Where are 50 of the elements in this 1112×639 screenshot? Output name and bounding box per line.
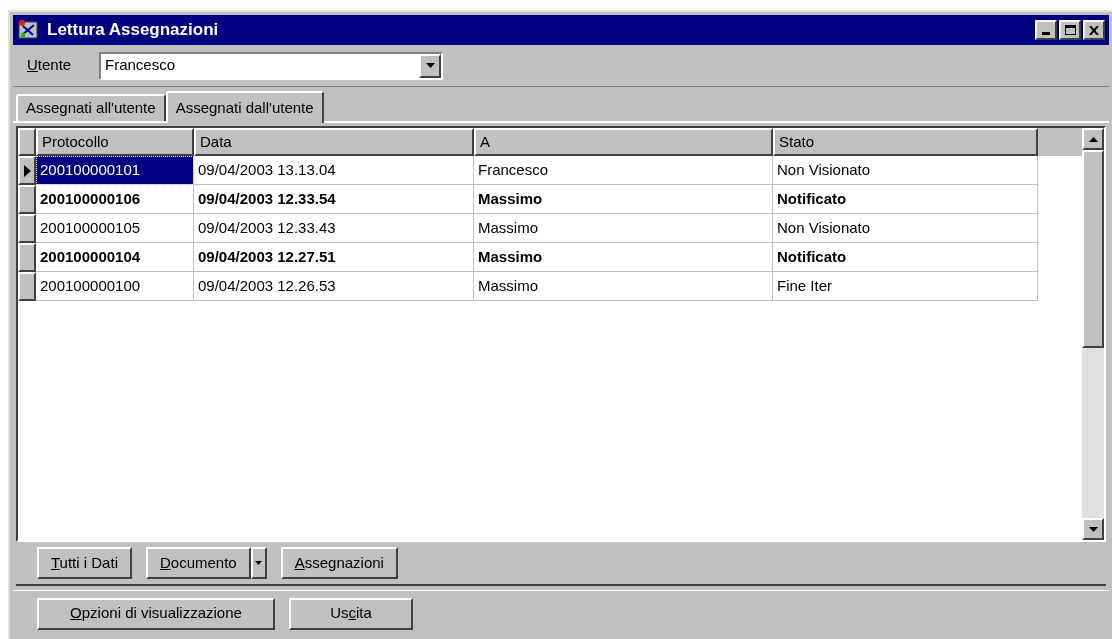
table-cell: 09/04/2003 12.26.53 bbox=[194, 272, 474, 301]
close-button[interactable] bbox=[1083, 20, 1105, 40]
user-dropdown[interactable]: Francesco bbox=[99, 51, 443, 80]
table-cell: Notificato bbox=[773, 185, 1038, 214]
action-button[interactable]: Opzioni di visualizzazione bbox=[37, 597, 275, 630]
table-cell: Fine Iter bbox=[773, 272, 1038, 301]
action-button[interactable]: Uscita bbox=[289, 597, 413, 630]
table-cell: 09/04/2003 12.33.54 bbox=[194, 185, 474, 214]
table-cell: 09/04/2003 12.27.51 bbox=[194, 243, 474, 272]
table-cell: Notificato bbox=[773, 243, 1038, 272]
scroll-down-icon bbox=[1088, 526, 1098, 532]
column-header[interactable]: Stato bbox=[773, 128, 1038, 156]
table-cell: Non Visionato bbox=[773, 214, 1038, 243]
table-cell: 09/04/2003 12.33.43 bbox=[194, 214, 474, 243]
table-cell: Massimo bbox=[474, 243, 773, 272]
table-cell: 200100000105 bbox=[36, 214, 194, 243]
column-header[interactable]: Protocollo bbox=[36, 128, 194, 156]
table-cell: 200100000104 bbox=[36, 243, 194, 272]
tab[interactable]: Assegnati dall'utente bbox=[165, 91, 324, 123]
row-indicator[interactable] bbox=[18, 185, 36, 214]
table-cell: Massimo bbox=[474, 272, 773, 301]
table-cell: 200100000100 bbox=[36, 272, 194, 301]
action-button[interactable]: Assegnazioni bbox=[280, 547, 398, 579]
table-cell: 200100000106 bbox=[36, 185, 194, 214]
app-icon bbox=[17, 19, 39, 41]
caret-icon bbox=[255, 561, 263, 565]
table-cell: 09/04/2003 13.13.04 bbox=[194, 156, 474, 185]
minimize-button[interactable] bbox=[1035, 20, 1057, 40]
user-label: Utente bbox=[27, 55, 73, 76]
tab[interactable]: Assegnati all'utente bbox=[16, 94, 166, 121]
table-cell: Francesco bbox=[474, 156, 773, 185]
window-title: Lettura Assegnazioni bbox=[47, 19, 219, 42]
table-cell: Non Visionato bbox=[773, 156, 1038, 185]
maximize-button[interactable] bbox=[1059, 20, 1081, 40]
row-indicator[interactable] bbox=[18, 272, 36, 301]
current-row-icon bbox=[23, 164, 31, 177]
row-indicator[interactable] bbox=[18, 243, 36, 272]
column-header[interactable]: A bbox=[474, 128, 773, 156]
close-icon bbox=[1089, 25, 1099, 35]
row-indicator[interactable] bbox=[18, 156, 36, 185]
row-indicator[interactable] bbox=[18, 214, 36, 243]
scrollbar[interactable] bbox=[1082, 128, 1104, 540]
caret-icon bbox=[425, 63, 435, 68]
document-button[interactable]: Documento bbox=[145, 547, 251, 579]
table-cell: Massimo bbox=[474, 185, 773, 214]
column-header[interactable]: Data bbox=[194, 128, 474, 156]
action-button[interactable]: Tutti i Dati bbox=[37, 547, 132, 579]
scroll-up-icon bbox=[1088, 136, 1098, 142]
table-cell: Massimo bbox=[474, 214, 773, 243]
table-cell: 200100000101 bbox=[36, 156, 194, 185]
